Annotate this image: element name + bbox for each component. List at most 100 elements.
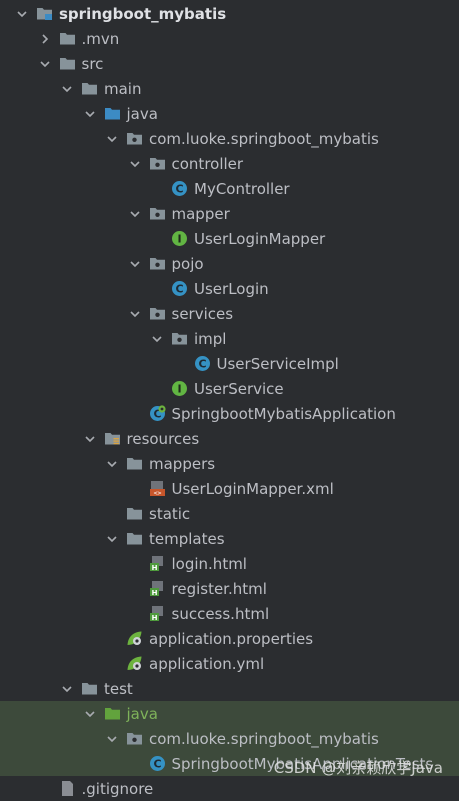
tree-item-label: pojo xyxy=(171,254,204,273)
tree-item-templates[interactable]: templates xyxy=(0,526,459,551)
chevron-down-icon[interactable] xyxy=(61,83,73,95)
svg-text:H: H xyxy=(151,564,157,572)
tree-item-com-luoke-springboot-mybatis[interactable]: com.luoke.springboot_mybatis xyxy=(0,126,459,151)
chevron-down-icon[interactable] xyxy=(151,333,163,345)
chevron-right-icon[interactable] xyxy=(39,33,51,45)
tree-item-label: mappers xyxy=(149,454,216,473)
project-tree: springboot_mybatis .mvn src main java com.luo… xyxy=(0,0,459,798)
folder-icon xyxy=(81,80,98,97)
package-icon xyxy=(149,255,166,272)
folder-icon xyxy=(59,30,76,47)
tree-item-gitignore[interactable]: .gitignore xyxy=(0,776,459,801)
tree-item-register-html[interactable]: Hregister.html xyxy=(0,576,459,601)
tree-item-springboot-mybatis[interactable]: springboot_mybatis xyxy=(0,1,459,26)
tree-item-label: services xyxy=(171,304,234,323)
tree-item-label: .mvn xyxy=(81,29,120,48)
tree-item-label: src xyxy=(81,54,104,73)
tree-item-label: UserServiceImpl xyxy=(216,354,339,373)
tree-item-java[interactable]: java xyxy=(0,701,459,726)
tree-item-label: MyController xyxy=(194,179,290,198)
tree-item-test[interactable]: test xyxy=(0,676,459,701)
tree-item-services[interactable]: services xyxy=(0,301,459,326)
tree-item-mvn[interactable]: .mvn xyxy=(0,26,459,51)
folder-icon xyxy=(126,505,143,522)
chevron-down-icon[interactable] xyxy=(129,208,141,220)
tree-item-userlogin[interactable]: C UserLogin xyxy=(0,276,459,301)
tree-item-mapper[interactable]: mapper xyxy=(0,201,459,226)
interface-icon: I xyxy=(171,380,188,397)
tree-item-login-html[interactable]: Hlogin.html xyxy=(0,551,459,576)
chevron-down-icon[interactable] xyxy=(106,458,118,470)
tree-item-java[interactable]: java xyxy=(0,101,459,126)
chevron-down-icon[interactable] xyxy=(106,133,118,145)
spring-config-icon xyxy=(126,655,143,672)
tree-item-label: controller xyxy=(171,154,244,173)
tree-item-application-yml[interactable]: application.yml xyxy=(0,651,459,676)
svg-text:H: H xyxy=(151,614,157,622)
chevron-down-icon[interactable] xyxy=(16,8,28,20)
tree-item-success-html[interactable]: Hsuccess.html xyxy=(0,601,459,626)
class-icon: C xyxy=(171,280,188,297)
tree-item-mappers[interactable]: mappers xyxy=(0,451,459,476)
tree-item-label: impl xyxy=(194,329,227,348)
tree-item-label: mapper xyxy=(171,204,230,223)
spring-class-icon: C xyxy=(149,405,166,422)
folder-icon xyxy=(59,55,76,72)
class-icon: C xyxy=(194,355,211,372)
folder-source-icon xyxy=(104,105,121,122)
chevron-down-icon[interactable] xyxy=(84,108,96,120)
tree-item-label: UserLoginMapper xyxy=(194,229,326,248)
watermark: CSDN @刘亲赖欣学Java xyxy=(273,759,443,777)
interface-icon: I xyxy=(171,230,188,247)
folder-resources-icon xyxy=(104,430,121,447)
tree-item-controller[interactable]: controller xyxy=(0,151,459,176)
package-icon xyxy=(126,130,143,147)
tree-item-resources[interactable]: resources xyxy=(0,426,459,451)
tree-item-label: resources xyxy=(126,429,200,448)
html-icon: H xyxy=(149,580,166,597)
chevron-down-icon[interactable] xyxy=(106,533,118,545)
tree-item-label: springboot_mybatis xyxy=(59,4,227,23)
class-icon: C xyxy=(149,755,166,772)
svg-text:C: C xyxy=(153,758,161,771)
tree-item-label: java xyxy=(126,704,158,723)
tree-item-pojo[interactable]: pojo xyxy=(0,251,459,276)
tree-item-label: static xyxy=(149,504,191,523)
tree-item-label: com.luoke.springboot_mybatis xyxy=(149,729,379,748)
tree-item-label: UserLogin xyxy=(194,279,269,298)
tree-item-application-properties[interactable]: application.properties xyxy=(0,626,459,651)
tree-item-userloginmapper-xml[interactable]: <> UserLoginMapper.xml xyxy=(0,476,459,501)
folder-module-icon xyxy=(36,5,53,22)
folder-icon xyxy=(81,680,98,697)
package-icon xyxy=(126,730,143,747)
html-icon: H xyxy=(149,605,166,622)
class-icon: C xyxy=(171,180,188,197)
svg-text:C: C xyxy=(175,183,183,196)
chevron-down-icon[interactable] xyxy=(84,708,96,720)
tree-item-static[interactable]: static xyxy=(0,501,459,526)
tree-item-impl[interactable]: impl xyxy=(0,326,459,351)
chevron-down-icon[interactable] xyxy=(106,733,118,745)
chevron-down-icon[interactable] xyxy=(39,58,51,70)
tree-item-userserviceimpl[interactable]: C UserServiceImpl xyxy=(0,351,459,376)
tree-item-springbootmybatisapplication[interactable]: C SpringbootMybatisApplication xyxy=(0,401,459,426)
tree-item-userservice[interactable]: I UserService xyxy=(0,376,459,401)
svg-text:H: H xyxy=(151,589,157,597)
chevron-down-icon[interactable] xyxy=(84,433,96,445)
chevron-down-icon[interactable] xyxy=(129,258,141,270)
chevron-down-icon[interactable] xyxy=(129,158,141,170)
folder-test-icon xyxy=(104,705,121,722)
tree-item-src[interactable]: src xyxy=(0,51,459,76)
tree-item-main[interactable]: main xyxy=(0,76,459,101)
package-icon xyxy=(149,205,166,222)
chevron-down-icon[interactable] xyxy=(61,683,73,695)
tree-item-label: SpringbootMybatisApplication xyxy=(171,404,396,423)
tree-item-label: login.html xyxy=(171,554,247,573)
tree-item-label: register.html xyxy=(171,579,267,598)
chevron-down-icon[interactable] xyxy=(129,308,141,320)
tree-item-mycontroller[interactable]: C MyController xyxy=(0,176,459,201)
tree-item-label: application.properties xyxy=(149,629,314,648)
tree-item-userloginmapper[interactable]: I UserLoginMapper xyxy=(0,226,459,251)
svg-text:I: I xyxy=(177,233,181,246)
tree-item-com-luoke-springboot-mybatis[interactable]: com.luoke.springboot_mybatis xyxy=(0,726,459,751)
